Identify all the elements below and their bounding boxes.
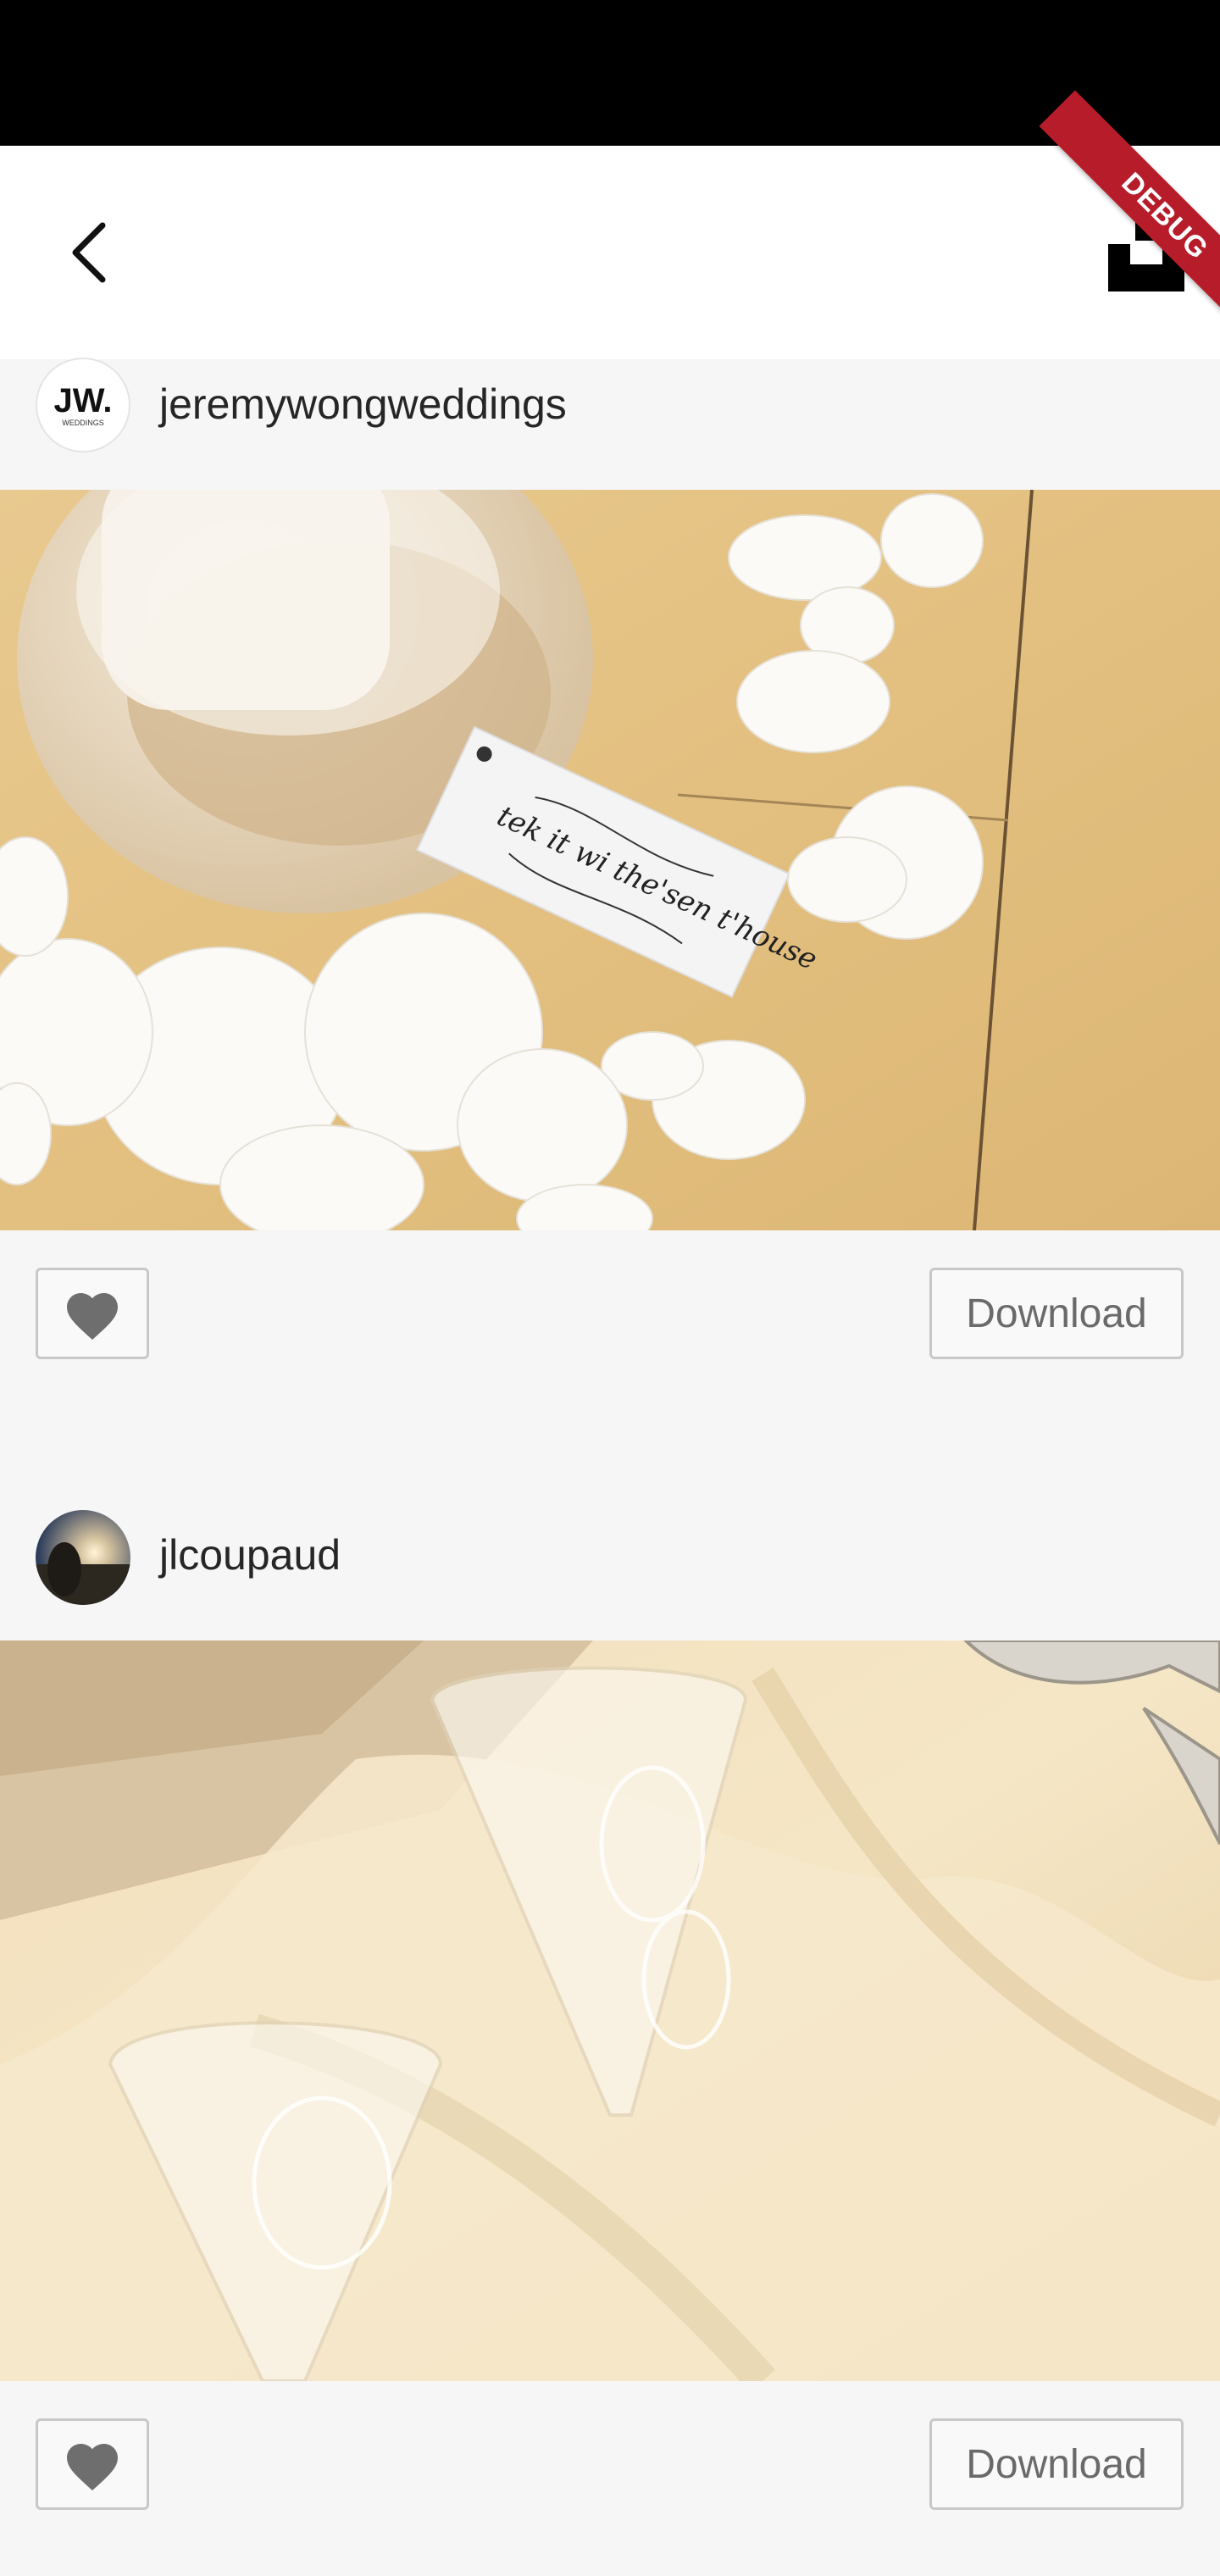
avatar-logo-subtext: WEDDINGS [62, 418, 104, 427]
post-photo[interactable] [0, 1641, 1220, 2381]
like-button[interactable] [36, 1268, 149, 1359]
avatar-logo-text: JW. [53, 381, 113, 419]
heart-icon [67, 2444, 118, 2491]
post-username[interactable]: jlcoupaud [159, 1530, 341, 1579]
post-photo-image: tek it wi the'sen t'house [0, 490, 1220, 1230]
post-photo-image [0, 1641, 1220, 2381]
app-bar [0, 146, 1220, 359]
avatar[interactable]: JW. WEDDINGS [36, 358, 130, 452]
download-button[interactable]: Download [929, 1268, 1184, 1359]
download-button[interactable]: Download [929, 2418, 1184, 2510]
avatar-photo [36, 1510, 130, 1605]
status-bar [0, 0, 1220, 146]
like-button[interactable] [36, 2418, 149, 2510]
back-button[interactable] [51, 212, 127, 293]
post-username[interactable]: jeremywongweddings [159, 380, 567, 429]
post-photo[interactable]: tek it wi the'sen t'house [0, 490, 1220, 1230]
heart-icon [67, 1293, 118, 1341]
avatar[interactable] [36, 1510, 130, 1605]
back-arrow-icon [72, 222, 106, 283]
